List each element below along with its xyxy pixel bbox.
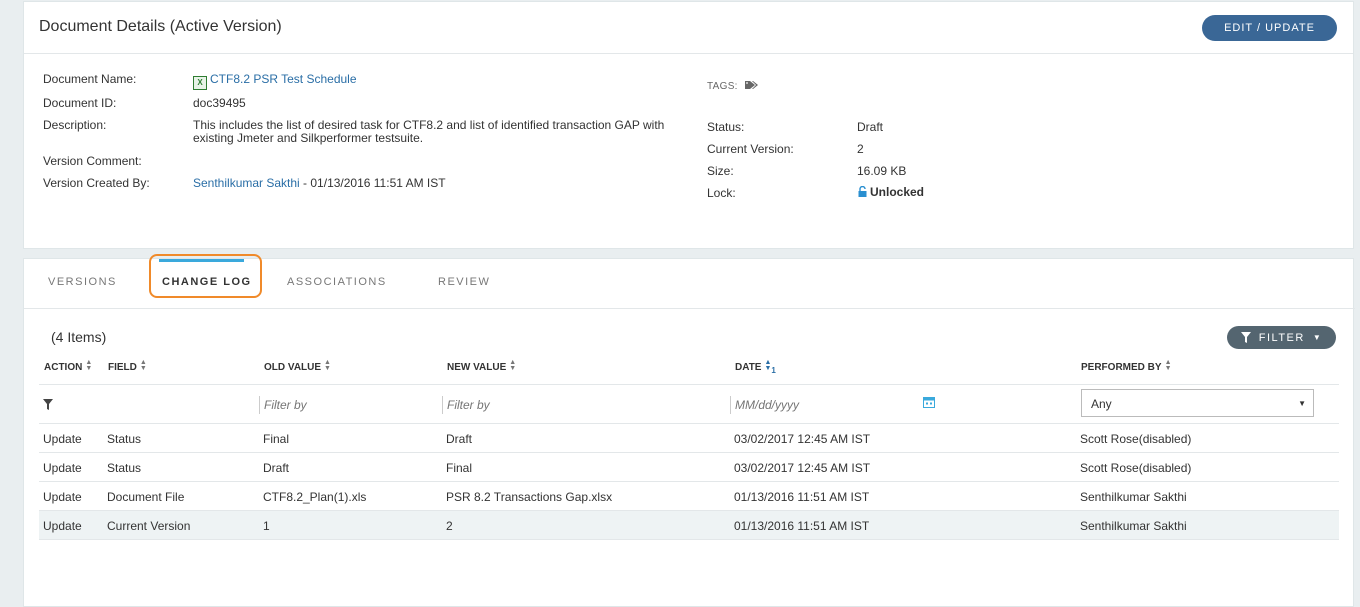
cell-performed-by[interactable]: Scott Rose(disabled) [1080,461,1191,475]
description-label: Description: [43,118,107,132]
chevron-down-icon: ▼ [1312,333,1323,342]
performed-by-select-value: Any [1091,397,1112,411]
cell-performed-by[interactable]: Senthilkumar Sakthi [1080,490,1187,504]
cell-new-value: PSR 8.2 Transactions Gap.xlsx [446,490,613,504]
table-row: Update Status Draft Final 03/02/2017 12:… [39,453,1339,482]
document-name-label: Document Name: [43,72,137,86]
document-id-value: doc39495 [193,96,246,110]
column-header-old-value[interactable]: OLD VALUE ▲ ▼ [264,359,331,373]
cell-date: 01/13/2016 11:51 AM IST [734,490,870,504]
filter-row-icon [43,399,53,410]
filter-button[interactable]: FILTER ▼ [1227,326,1336,349]
column-header-old-value-label: OLD VALUE [264,362,322,373]
edit-update-button[interactable]: EDIT / UPDATE [1202,15,1337,41]
cell-action: Update [43,490,82,504]
sort-order-index: 1 [771,366,776,375]
cell-new-value: 2 [446,519,453,533]
table-row: Update Current Version 1 2 01/13/2016 11… [39,511,1339,540]
date-filter-input[interactable] [730,396,900,414]
items-count: (4 Items) [51,329,107,345]
cell-action: Update [43,519,82,533]
current-version-value: 2 [857,142,864,156]
document-details-card: Document Details (Active Version) EDIT /… [23,1,1354,249]
lock-value: Unlocked [857,185,924,199]
cell-field: Document File [107,490,185,504]
tags-label-text: TAGS: [707,81,738,92]
tags-label: TAGS: [707,80,759,92]
cell-performed-by[interactable]: Scott Rose(disabled) [1080,432,1191,446]
cell-action: Update [43,461,82,475]
column-header-performed-by[interactable]: PERFORMED BY ▲ ▼ [1081,359,1172,373]
chevron-down-icon: ▼ [1298,399,1306,408]
tab-highlight-outline [149,254,262,298]
divider [39,384,1339,385]
sort-icon: ▲ ▼ [509,359,517,372]
tab-bar: VERSIONS CHANGE LOG ASSOCIATIONS REVIEW [24,254,1355,309]
tab-associations[interactable]: ASSOCIATIONS [287,276,387,288]
cell-action: Update [43,432,82,446]
cell-field: Current Version [107,519,191,533]
created-by-user-link[interactable]: Senthilkumar Sakthi [193,176,300,190]
tags-icon [744,81,758,89]
page-title: Document Details (Active Version) [39,18,282,35]
cell-new-value: Draft [446,432,473,446]
lock-label: Lock: [707,186,736,200]
card-header: Document Details (Active Version) EDIT /… [24,2,1353,54]
cell-old-value: 1 [263,519,270,533]
document-name-link[interactable]: X CTF8.2 PSR Test Schedule [193,72,357,90]
status-label: Status: [707,120,745,134]
table-row: Update Document File CTF8.2_Plan(1).xls … [39,482,1339,511]
column-header-field-label: FIELD [108,362,137,373]
cell-performed-by[interactable]: Senthilkumar Sakthi [1080,519,1187,533]
cell-old-value: Final [263,432,290,446]
cell-old-value: Draft [263,461,290,475]
size-label: Size: [707,164,734,178]
size-value: 16.09 KB [857,164,907,178]
version-created-by-value: Senthilkumar Sakthi - 01/13/2016 11:51 A… [193,176,446,190]
version-created-by-label: Version Created By: [43,176,150,190]
sort-icon: ▲ ▼ [1164,359,1172,372]
performed-by-select[interactable]: Any ▼ [1081,389,1314,417]
lock-value-text: Unlocked [870,185,925,199]
document-name-value[interactable]: CTF8.2 PSR Test Schedule [210,72,357,86]
created-date: - 01/13/2016 11:51 AM IST [299,176,446,190]
cell-field: Status [107,432,142,446]
column-header-field[interactable]: FIELD ▲ ▼ [108,359,147,373]
cell-date: 01/13/2016 11:51 AM IST [734,519,870,533]
cell-new-value: Final [446,461,473,475]
status-value: Draft [857,120,884,134]
filter-icon [1240,332,1251,343]
cell-date: 03/02/2017 12:45 AM IST [734,432,871,446]
document-id-label: Document ID: [43,96,117,110]
version-comment-label: Version Comment: [43,154,142,168]
column-header-action[interactable]: ACTION ▲ ▼ [44,359,93,373]
column-header-new-value-label: NEW VALUE [447,362,507,373]
cell-field: Status [107,461,142,475]
change-log-card: VERSIONS CHANGE LOG ASSOCIATIONS REVIEW … [23,254,1355,607]
column-header-date-label: DATE [735,362,762,373]
old-value-filter-input[interactable] [259,396,429,414]
tab-versions[interactable]: VERSIONS [48,276,117,288]
column-header-new-value[interactable]: NEW VALUE ▲ ▼ [447,359,517,373]
unlock-icon [858,186,867,197]
sort-icon: ▲ ▼ [85,359,93,372]
table-row: Update Status Final Draft 03/02/2017 12:… [39,424,1339,453]
cell-old-value: CTF8.2_Plan(1).xls [263,490,367,504]
cell-date: 03/02/2017 12:45 AM IST [734,461,871,475]
column-header-action-label: ACTION [44,362,83,373]
current-version-label: Current Version: [707,142,794,156]
column-header-date[interactable]: DATE ▲ ▼1 [735,359,776,375]
sort-icon: ▲ ▼ [324,359,331,372]
column-header-performed-by-label: PERFORMED BY [1081,362,1162,373]
calendar-icon[interactable] [923,396,935,408]
tab-review[interactable]: REVIEW [438,276,490,288]
sort-icon: ▲ ▼ [139,359,147,372]
new-value-filter-input[interactable] [442,396,612,414]
description-value: This includes the list of desired task f… [193,118,665,145]
excel-file-icon: X [193,76,207,90]
filter-button-label: FILTER [1258,331,1305,344]
